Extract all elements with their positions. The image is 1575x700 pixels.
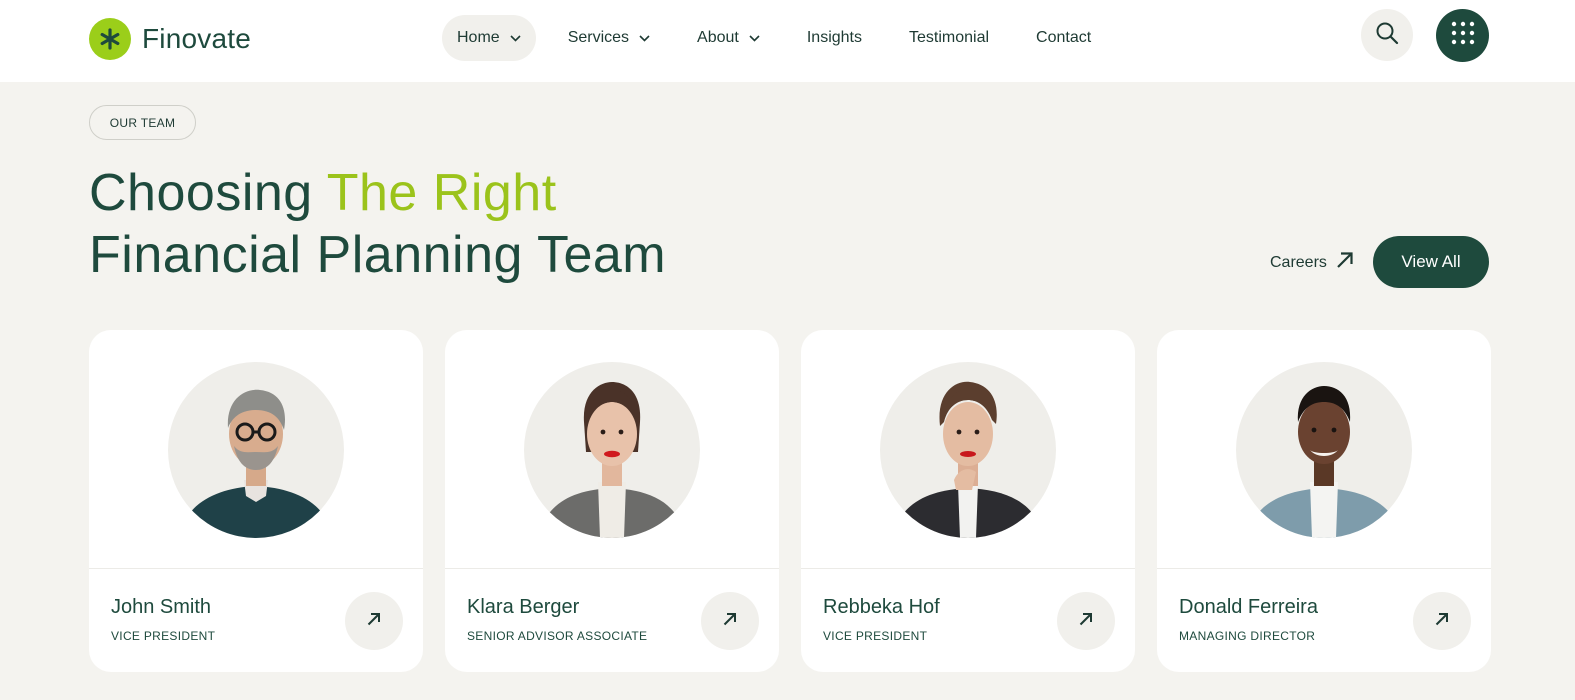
section-eyebrow-badge: OUR TEAM bbox=[89, 105, 196, 140]
nav-item-label: Services bbox=[567, 29, 630, 46]
team-member-photo bbox=[1236, 362, 1412, 538]
arrow-up-right-icon bbox=[366, 611, 382, 632]
menu-button[interactable] bbox=[1436, 9, 1489, 62]
team-card[interactable]: Klara Berger SENIOR ADVISOR ASSOCIATE bbox=[445, 330, 779, 672]
nav-item-label: Insights bbox=[806, 29, 862, 46]
nav-item-label: Contact bbox=[1036, 29, 1092, 46]
site-header: Finovate Home Services About Insights Te… bbox=[0, 0, 1575, 82]
arrow-up-right-icon bbox=[1078, 611, 1094, 632]
search-icon bbox=[1375, 21, 1399, 50]
team-member-role: SENIOR ADVISOR ASSOCIATE bbox=[467, 629, 648, 643]
team-member-role: MANAGING DIRECTOR bbox=[1179, 629, 1316, 643]
chevron-down-icon bbox=[510, 34, 521, 42]
team-cards: John Smith VICE PRESIDENT Klara Berger S… bbox=[89, 330, 1491, 672]
team-member-role: VICE PRESIDENT bbox=[823, 629, 928, 643]
profile-link-button[interactable] bbox=[1413, 592, 1471, 650]
card-divider bbox=[89, 568, 423, 569]
chevron-down-icon bbox=[639, 34, 650, 42]
nav-item-label: About bbox=[697, 29, 739, 46]
nav-item-home[interactable]: Home bbox=[442, 15, 536, 61]
arrow-up-right-icon bbox=[722, 611, 738, 632]
nav-item-label: Testimonial bbox=[909, 29, 990, 46]
team-card[interactable]: Donald Ferreira MANAGING DIRECTOR bbox=[1157, 330, 1491, 672]
title-part-1: Choosing bbox=[89, 164, 327, 222]
team-member-name: John Smith bbox=[111, 596, 212, 618]
brand-name: Finovate bbox=[142, 23, 251, 54]
nav-item-testimonial[interactable]: Testimonial bbox=[894, 15, 1004, 61]
arrow-up-right-icon bbox=[1327, 250, 1355, 275]
arrow-up-right-icon bbox=[1434, 611, 1450, 632]
team-member-photo bbox=[168, 362, 344, 538]
nav-item-about[interactable]: About bbox=[682, 15, 775, 61]
team-member-photo bbox=[524, 362, 700, 538]
team-member-name: Klara Berger bbox=[467, 596, 580, 618]
careers-link[interactable]: Careers bbox=[1270, 250, 1355, 275]
view-all-button[interactable]: View All bbox=[1373, 236, 1489, 288]
nav-item-label: Home bbox=[457, 29, 500, 46]
team-member-name: Rebbeka Hof bbox=[823, 596, 940, 618]
team-member-photo bbox=[880, 362, 1056, 538]
team-member-name: Donald Ferreira bbox=[1179, 596, 1318, 618]
careers-label: Careers bbox=[1270, 253, 1327, 271]
title-part-2: Financial Planning Team bbox=[89, 226, 667, 284]
nav-item-services[interactable]: Services bbox=[553, 15, 665, 61]
logo[interactable]: Finovate bbox=[89, 18, 251, 60]
grid-dots-icon bbox=[1451, 21, 1475, 50]
nav-item-insights[interactable]: Insights bbox=[792, 15, 877, 61]
profile-link-button[interactable] bbox=[1057, 592, 1115, 650]
asterisk-logo-icon bbox=[89, 18, 131, 60]
section-title: Choosing The Right Financial Planning Te… bbox=[89, 162, 666, 286]
profile-link-button[interactable] bbox=[345, 592, 403, 650]
card-divider bbox=[801, 568, 1135, 569]
card-divider bbox=[1157, 568, 1491, 569]
team-card[interactable]: Rebbeka Hof VICE PRESIDENT bbox=[801, 330, 1135, 672]
team-member-role: VICE PRESIDENT bbox=[111, 629, 216, 643]
chevron-down-icon bbox=[749, 34, 760, 42]
search-button[interactable] bbox=[1361, 9, 1413, 61]
main-nav: Home Services About Insights Testimonial… bbox=[442, 15, 1123, 61]
card-divider bbox=[445, 568, 779, 569]
title-accent: The Right bbox=[326, 164, 557, 222]
team-card[interactable]: John Smith VICE PRESIDENT bbox=[89, 330, 423, 672]
nav-item-contact[interactable]: Contact bbox=[1021, 15, 1106, 61]
profile-link-button[interactable] bbox=[701, 592, 759, 650]
